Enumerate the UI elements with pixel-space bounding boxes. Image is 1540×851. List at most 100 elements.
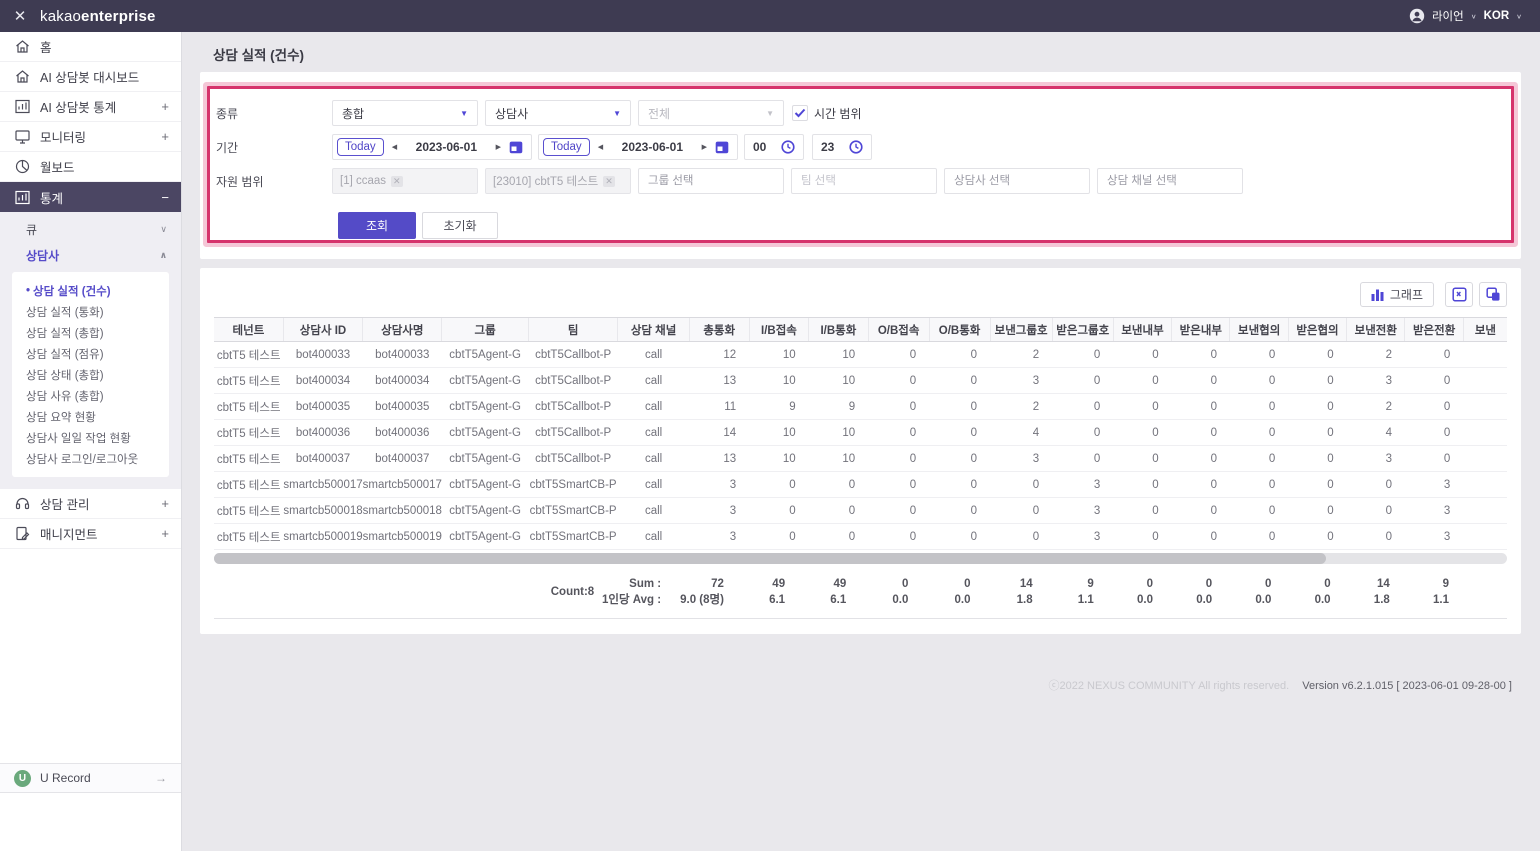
sidebar-item-pie[interactable]: 월보드 (0, 152, 181, 182)
horizontal-scrollbar[interactable] (214, 553, 1507, 564)
table-cell: 9 (749, 394, 808, 420)
sidebar: 홈AI 상담봇 대시보드AI 상담봇 통계+모니터링+월보드통계− 큐∨상담사∧… (0, 32, 182, 851)
submenu-subitem[interactable]: 상담 실적 (통화) (12, 301, 169, 322)
prev-day-icon[interactable]: ◀ (590, 143, 611, 151)
table-row[interactable]: cbtT5 테스트smartcb500019smartcb500019cbtT5… (214, 524, 1507, 550)
submenu-subitem[interactable]: 상담사 로그인/로그아웃 (12, 448, 169, 469)
submenu-subitem[interactable]: •상담 실적 (건수) (12, 280, 169, 301)
today-button[interactable]: Today (337, 138, 384, 156)
expander-icon[interactable]: + (161, 99, 169, 114)
column-header[interactable]: 보낸협의 (1230, 318, 1288, 342)
table-cell: 0 (1288, 524, 1346, 550)
hour-from-picker[interactable]: 00 (744, 134, 804, 160)
scrollbar-thumb[interactable] (214, 553, 1326, 564)
group-select-input[interactable] (638, 168, 784, 194)
summary-cell: 00.0 (1284, 566, 1343, 618)
column-header[interactable]: 받은내부 (1172, 318, 1230, 342)
column-header[interactable]: 상담사 ID (283, 318, 362, 342)
column-header[interactable]: 상담 채널 (618, 318, 689, 342)
submenu-item[interactable]: 상담사∧ (0, 242, 181, 268)
table-row[interactable]: cbtT5 테스트smartcb500017smartcb500017cbtT5… (214, 472, 1507, 498)
table-cell: cbtT5SmartCB-P (528, 472, 618, 498)
next-day-icon[interactable]: ▶ (694, 143, 715, 151)
sidebar-item-home[interactable]: 홈 (0, 32, 181, 62)
table-body: cbtT5 테스트bot400033bot400033cbtT5Agent-Gc… (214, 342, 1507, 550)
table-row[interactable]: cbtT5 테스트bot400037bot400037cbtT5Agent-Gc… (214, 446, 1507, 472)
column-header[interactable]: 받은전환 (1405, 318, 1463, 342)
table-cell: 0 (1230, 524, 1288, 550)
column-header[interactable]: I/B접속 (749, 318, 808, 342)
column-header[interactable]: I/B통화 (809, 318, 868, 342)
expander-icon[interactable]: − (161, 190, 169, 205)
column-header[interactable]: 보낸 (1463, 318, 1507, 342)
user-name[interactable]: 라이언 (1432, 8, 1464, 24)
column-header[interactable]: O/B접속 (868, 318, 929, 342)
sidebar-item-u-record[interactable]: U U Record → (0, 763, 181, 793)
target-select[interactable]: 상담사 ▼ (485, 100, 631, 126)
hour-to-picker[interactable]: 23 (812, 134, 872, 160)
date-from-value[interactable]: 2023-06-01 (405, 140, 488, 154)
calendar-icon[interactable] (715, 140, 729, 154)
next-day-icon[interactable]: ▶ (488, 143, 509, 151)
column-header[interactable]: 보낸전환 (1347, 318, 1405, 342)
submenu-subitem[interactable]: 상담 실적 (점유) (12, 343, 169, 364)
submenu-subitem[interactable]: 상담 사유 (총합) (12, 385, 169, 406)
graph-button[interactable]: 그래프 (1360, 282, 1434, 307)
column-header[interactable]: O/B통화 (929, 318, 990, 342)
time-range-label: 시간 범위 (814, 105, 862, 122)
table-cell: 0 (1172, 446, 1230, 472)
sidebar-menu: 홈AI 상담봇 대시보드AI 상담봇 통계+모니터링+월보드통계− (0, 32, 181, 212)
language-selector[interactable]: KOR (1484, 10, 1510, 22)
kind-select[interactable]: 총합 ▼ (332, 100, 478, 126)
excel-export-button[interactable] (1445, 282, 1473, 307)
column-header[interactable]: 상담사명 (363, 318, 442, 342)
submenu-subitem[interactable]: 상담 요약 현황 (12, 406, 169, 427)
submenu-subitem[interactable]: 상담사 일일 작업 현황 (12, 427, 169, 448)
table-row[interactable]: cbtT5 테스트bot400034bot400034cbtT5Agent-Gc… (214, 368, 1507, 394)
column-header[interactable]: 그룹 (442, 318, 528, 342)
table-cell: 0 (929, 524, 990, 550)
sidebar-lower-menu: 상담 관리+매니지먼트+ (0, 489, 181, 549)
date-to-value[interactable]: 2023-06-01 (611, 140, 694, 154)
submenu-subitem[interactable]: 상담 실적 (총합) (12, 322, 169, 343)
expander-icon[interactable]: + (161, 496, 169, 511)
submenu-subitem[interactable]: 상담 상태 (총합) (12, 364, 169, 385)
sidebar-item-management[interactable]: 매니지먼트+ (0, 519, 181, 549)
expander-icon[interactable]: + (161, 526, 169, 541)
user-avatar-icon[interactable] (1409, 8, 1425, 24)
time-range-checkbox[interactable]: 시간 범위 (792, 105, 862, 122)
chevron-down-icon[interactable]: ∨ (1516, 12, 1522, 19)
column-header[interactable]: 보낸내부 (1113, 318, 1171, 342)
table-row[interactable]: cbtT5 테스트bot400033bot400033cbtT5Agent-Gc… (214, 342, 1507, 368)
calendar-icon[interactable] (509, 140, 523, 154)
table-row[interactable]: cbtT5 테스트smartcb500018smartcb500018cbtT5… (214, 498, 1507, 524)
column-header[interactable]: 받은협의 (1288, 318, 1346, 342)
table-cell: 12 (689, 342, 749, 368)
search-button[interactable]: 조회 (338, 212, 416, 239)
table-row[interactable]: cbtT5 테스트bot400036bot400036cbtT5Agent-Gc… (214, 420, 1507, 446)
column-header[interactable]: 테넌트 (214, 318, 283, 342)
table-row[interactable]: cbtT5 테스트bot400035bot400035cbtT5Agent-Gc… (214, 394, 1507, 420)
column-header[interactable]: 보낸그룹호 (990, 318, 1052, 342)
sidebar-item-chart[interactable]: AI 상담봇 통계+ (0, 92, 181, 122)
close-icon[interactable]: ✕ (0, 7, 40, 25)
copy-button[interactable] (1479, 282, 1507, 307)
channel-select-input[interactable] (1097, 168, 1243, 194)
agent-select-input[interactable] (944, 168, 1090, 194)
table-cell: 0 (1230, 446, 1288, 472)
annotation-highlight-box: 종류 총합 ▼ 상담사 ▼ 전체 ▼ 시간 범위 (207, 86, 1514, 243)
prev-day-icon[interactable]: ◀ (384, 143, 405, 151)
column-header[interactable]: 총통화 (689, 318, 749, 342)
chevron-down-icon[interactable]: ∨ (1471, 12, 1477, 19)
today-button[interactable]: Today (543, 138, 590, 156)
sidebar-item-headset[interactable]: 상담 관리+ (0, 489, 181, 519)
sidebar-item-dashboard[interactable]: AI 상담봇 대시보드 (0, 62, 181, 92)
sidebar-item-chart[interactable]: 통계− (0, 182, 181, 212)
expander-icon[interactable]: + (161, 129, 169, 144)
submenu-item[interactable]: 큐∨ (0, 216, 181, 242)
column-header[interactable]: 팀 (528, 318, 618, 342)
column-header[interactable]: 받은그룹호 (1052, 318, 1113, 342)
reset-button[interactable]: 초기화 (422, 212, 498, 239)
sidebar-item-monitor[interactable]: 모니터링+ (0, 122, 181, 152)
sum-value: 14 (1344, 576, 1403, 592)
